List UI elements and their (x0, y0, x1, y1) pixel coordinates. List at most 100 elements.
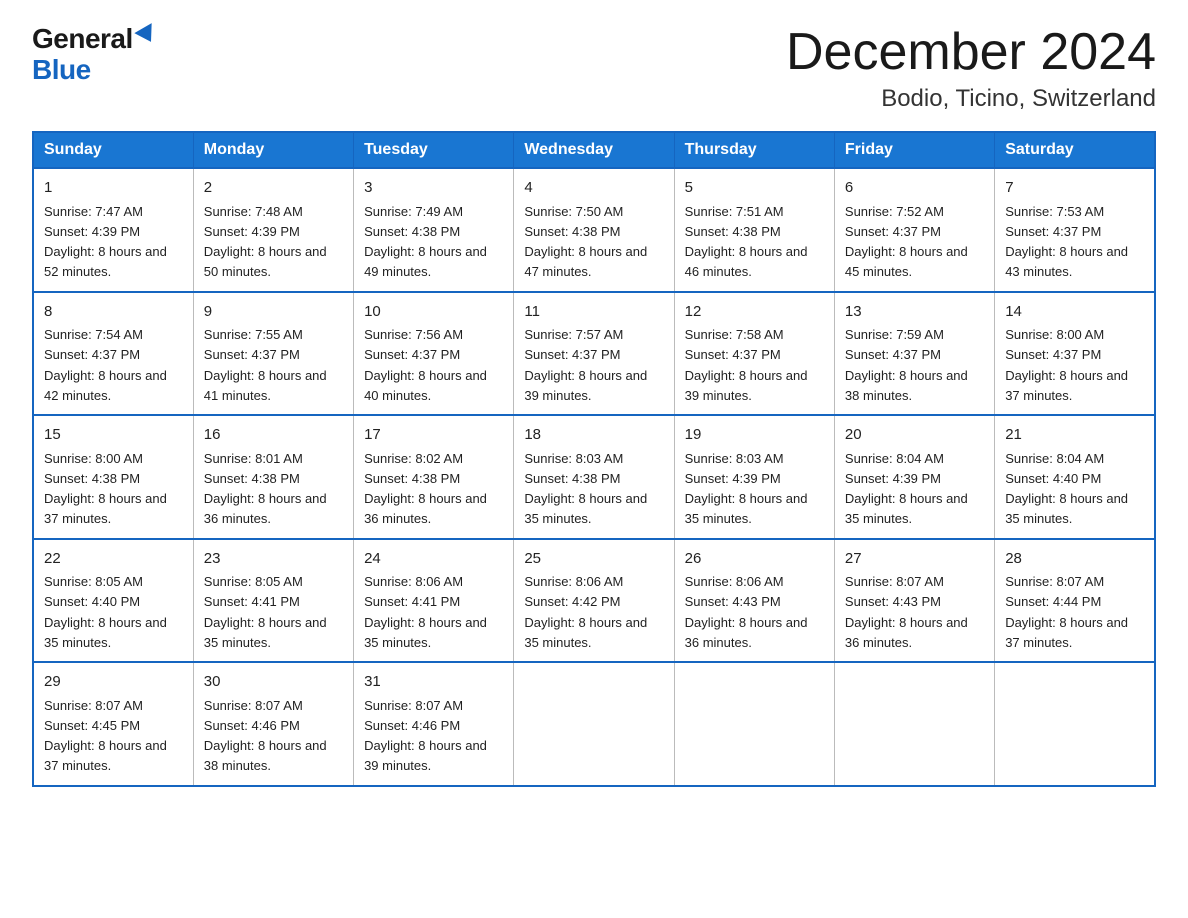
day-number: 17 (364, 424, 503, 447)
weekday-header-row: SundayMondayTuesdayWednesdayThursdayFrid… (33, 132, 1155, 168)
calendar-day-cell: 4 Sunrise: 7:50 AMSunset: 4:38 PMDaylight… (514, 168, 674, 292)
day-number: 2 (204, 177, 343, 200)
calendar-day-cell: 23 Sunrise: 8:05 AMSunset: 4:41 PMDayligh… (193, 539, 353, 663)
day-number: 13 (845, 301, 984, 324)
weekday-header-thursday: Thursday (674, 132, 834, 168)
calendar-day-cell: 17 Sunrise: 8:02 AMSunset: 4:38 PMDayligh… (354, 415, 514, 539)
calendar-day-cell: 19Sunrise: 8:03 AMSunset: 4:39 PMDayligh… (674, 415, 834, 539)
calendar-day-cell: 9 Sunrise: 7:55 AMSunset: 4:37 PMDaylight… (193, 292, 353, 416)
day-number: 4 (524, 177, 663, 200)
day-number: 8 (44, 301, 183, 324)
calendar-week-row: 8 Sunrise: 7:54 AMSunset: 4:37 PMDaylight… (33, 292, 1155, 416)
day-info: Sunrise: 7:56 AMSunset: 4:37 PMDaylight:… (364, 327, 487, 403)
calendar-day-cell: 5 Sunrise: 7:51 AMSunset: 4:38 PMDaylight… (674, 168, 834, 292)
day-info: Sunrise: 7:52 AMSunset: 4:37 PMDaylight:… (845, 204, 968, 280)
day-info: Sunrise: 8:00 AMSunset: 4:38 PMDaylight:… (44, 451, 167, 527)
calendar-day-cell: 26Sunrise: 8:06 AMSunset: 4:43 PMDayligh… (674, 539, 834, 663)
day-info: Sunrise: 8:03 AMSunset: 4:38 PMDaylight:… (524, 451, 647, 527)
title-block: December 2024 Bodio, Ticino, Switzerland (786, 24, 1156, 113)
day-number: 19 (685, 424, 824, 447)
calendar-day-cell (674, 662, 834, 786)
calendar-day-cell: 1Sunrise: 7:47 AMSunset: 4:39 PMDaylight… (33, 168, 193, 292)
day-info: Sunrise: 8:07 AMSunset: 4:46 PMDaylight:… (204, 698, 327, 774)
calendar-day-cell: 16 Sunrise: 8:01 AMSunset: 4:38 PMDayligh… (193, 415, 353, 539)
weekday-header-tuesday: Tuesday (354, 132, 514, 168)
day-number: 1 (44, 177, 183, 200)
calendar-day-cell: 10Sunrise: 7:56 AMSunset: 4:37 PMDayligh… (354, 292, 514, 416)
day-info: Sunrise: 7:49 AMSunset: 4:38 PMDaylight:… (364, 204, 487, 280)
calendar-day-cell: 13Sunrise: 7:59 AMSunset: 4:37 PMDayligh… (834, 292, 994, 416)
day-info: Sunrise: 8:05 AMSunset: 4:41 PMDaylight:… (204, 574, 327, 650)
weekday-header-friday: Friday (834, 132, 994, 168)
day-number: 27 (845, 548, 984, 571)
calendar-day-cell: 20 Sunrise: 8:04 AMSunset: 4:39 PMDayligh… (834, 415, 994, 539)
calendar-day-cell: 11 Sunrise: 7:57 AMSunset: 4:37 PMDayligh… (514, 292, 674, 416)
calendar-day-cell: 30Sunrise: 8:07 AMSunset: 4:46 PMDayligh… (193, 662, 353, 786)
calendar-day-cell: 15 Sunrise: 8:00 AMSunset: 4:38 PMDayligh… (33, 415, 193, 539)
day-info: Sunrise: 7:58 AMSunset: 4:37 PMDaylight:… (685, 327, 808, 403)
day-number: 21 (1005, 424, 1144, 447)
day-number: 14 (1005, 301, 1144, 324)
calendar-day-cell: 28Sunrise: 8:07 AMSunset: 4:44 PMDayligh… (995, 539, 1155, 663)
calendar-day-cell: 7Sunrise: 7:53 AMSunset: 4:37 PMDaylight… (995, 168, 1155, 292)
calendar-week-row: 22Sunrise: 8:05 AMSunset: 4:40 PMDayligh… (33, 539, 1155, 663)
day-number: 15 (44, 424, 183, 447)
day-info: Sunrise: 8:07 AMSunset: 4:43 PMDaylight:… (845, 574, 968, 650)
calendar-day-cell (834, 662, 994, 786)
weekday-header-monday: Monday (193, 132, 353, 168)
day-info: Sunrise: 8:07 AMSunset: 4:45 PMDaylight:… (44, 698, 167, 774)
calendar-week-row: 15 Sunrise: 8:00 AMSunset: 4:38 PMDayligh… (33, 415, 1155, 539)
calendar-day-cell (995, 662, 1155, 786)
logo-arrow-icon (134, 23, 159, 47)
day-number: 20 (845, 424, 984, 447)
day-info: Sunrise: 7:50 AMSunset: 4:38 PMDaylight:… (524, 204, 647, 280)
day-info: Sunrise: 8:04 AMSunset: 4:39 PMDaylight:… (845, 451, 968, 527)
day-info: Sunrise: 8:02 AMSunset: 4:38 PMDaylight:… (364, 451, 487, 527)
day-info: Sunrise: 7:51 AMSunset: 4:38 PMDaylight:… (685, 204, 808, 280)
day-info: Sunrise: 8:06 AMSunset: 4:43 PMDaylight:… (685, 574, 808, 650)
calendar-week-row: 29 Sunrise: 8:07 AMSunset: 4:45 PMDayligh… (33, 662, 1155, 786)
weekday-header-saturday: Saturday (995, 132, 1155, 168)
day-info: Sunrise: 8:01 AMSunset: 4:38 PMDaylight:… (204, 451, 327, 527)
day-info: Sunrise: 7:55 AMSunset: 4:37 PMDaylight:… (204, 327, 327, 403)
logo: General Blue (32, 24, 157, 86)
day-info: Sunrise: 8:04 AMSunset: 4:40 PMDaylight:… (1005, 451, 1128, 527)
calendar-day-cell: 12 Sunrise: 7:58 AMSunset: 4:37 PMDayligh… (674, 292, 834, 416)
location-title: Bodio, Ticino, Switzerland (786, 85, 1156, 113)
page-header: General Blue December 2024 Bodio, Ticino… (32, 24, 1156, 113)
day-info: Sunrise: 7:54 AMSunset: 4:37 PMDaylight:… (44, 327, 167, 403)
day-info: Sunrise: 7:57 AMSunset: 4:37 PMDaylight:… (524, 327, 647, 403)
calendar-day-cell: 31Sunrise: 8:07 AMSunset: 4:46 PMDayligh… (354, 662, 514, 786)
day-info: Sunrise: 7:53 AMSunset: 4:37 PMDaylight:… (1005, 204, 1128, 280)
day-number: 11 (524, 301, 663, 324)
day-number: 6 (845, 177, 984, 200)
day-info: Sunrise: 7:48 AMSunset: 4:39 PMDaylight:… (204, 204, 327, 280)
day-info: Sunrise: 8:06 AMSunset: 4:41 PMDaylight:… (364, 574, 487, 650)
day-number: 31 (364, 671, 503, 694)
day-number: 29 (44, 671, 183, 694)
day-number: 18 (524, 424, 663, 447)
month-title: December 2024 (786, 24, 1156, 81)
calendar-day-cell: 27 Sunrise: 8:07 AMSunset: 4:43 PMDayligh… (834, 539, 994, 663)
calendar-day-cell: 25Sunrise: 8:06 AMSunset: 4:42 PMDayligh… (514, 539, 674, 663)
day-info: Sunrise: 8:05 AMSunset: 4:40 PMDaylight:… (44, 574, 167, 650)
day-number: 5 (685, 177, 824, 200)
day-number: 9 (204, 301, 343, 324)
logo-general-text: General (32, 24, 133, 55)
logo-blue-text: Blue (32, 55, 91, 86)
calendar-day-cell: 21 Sunrise: 8:04 AMSunset: 4:40 PMDayligh… (995, 415, 1155, 539)
calendar-day-cell: 29 Sunrise: 8:07 AMSunset: 4:45 PMDayligh… (33, 662, 193, 786)
calendar-day-cell: 2 Sunrise: 7:48 AMSunset: 4:39 PMDaylight… (193, 168, 353, 292)
day-number: 12 (685, 301, 824, 324)
day-number: 16 (204, 424, 343, 447)
day-number: 23 (204, 548, 343, 571)
calendar-day-cell: 3 Sunrise: 7:49 AMSunset: 4:38 PMDaylight… (354, 168, 514, 292)
calendar-day-cell (514, 662, 674, 786)
calendar-day-cell: 14Sunrise: 8:00 AMSunset: 4:37 PMDayligh… (995, 292, 1155, 416)
day-number: 25 (524, 548, 663, 571)
calendar-day-cell: 22Sunrise: 8:05 AMSunset: 4:40 PMDayligh… (33, 539, 193, 663)
calendar-day-cell: 6 Sunrise: 7:52 AMSunset: 4:37 PMDaylight… (834, 168, 994, 292)
day-number: 3 (364, 177, 503, 200)
calendar-day-cell: 18 Sunrise: 8:03 AMSunset: 4:38 PMDayligh… (514, 415, 674, 539)
day-number: 28 (1005, 548, 1144, 571)
